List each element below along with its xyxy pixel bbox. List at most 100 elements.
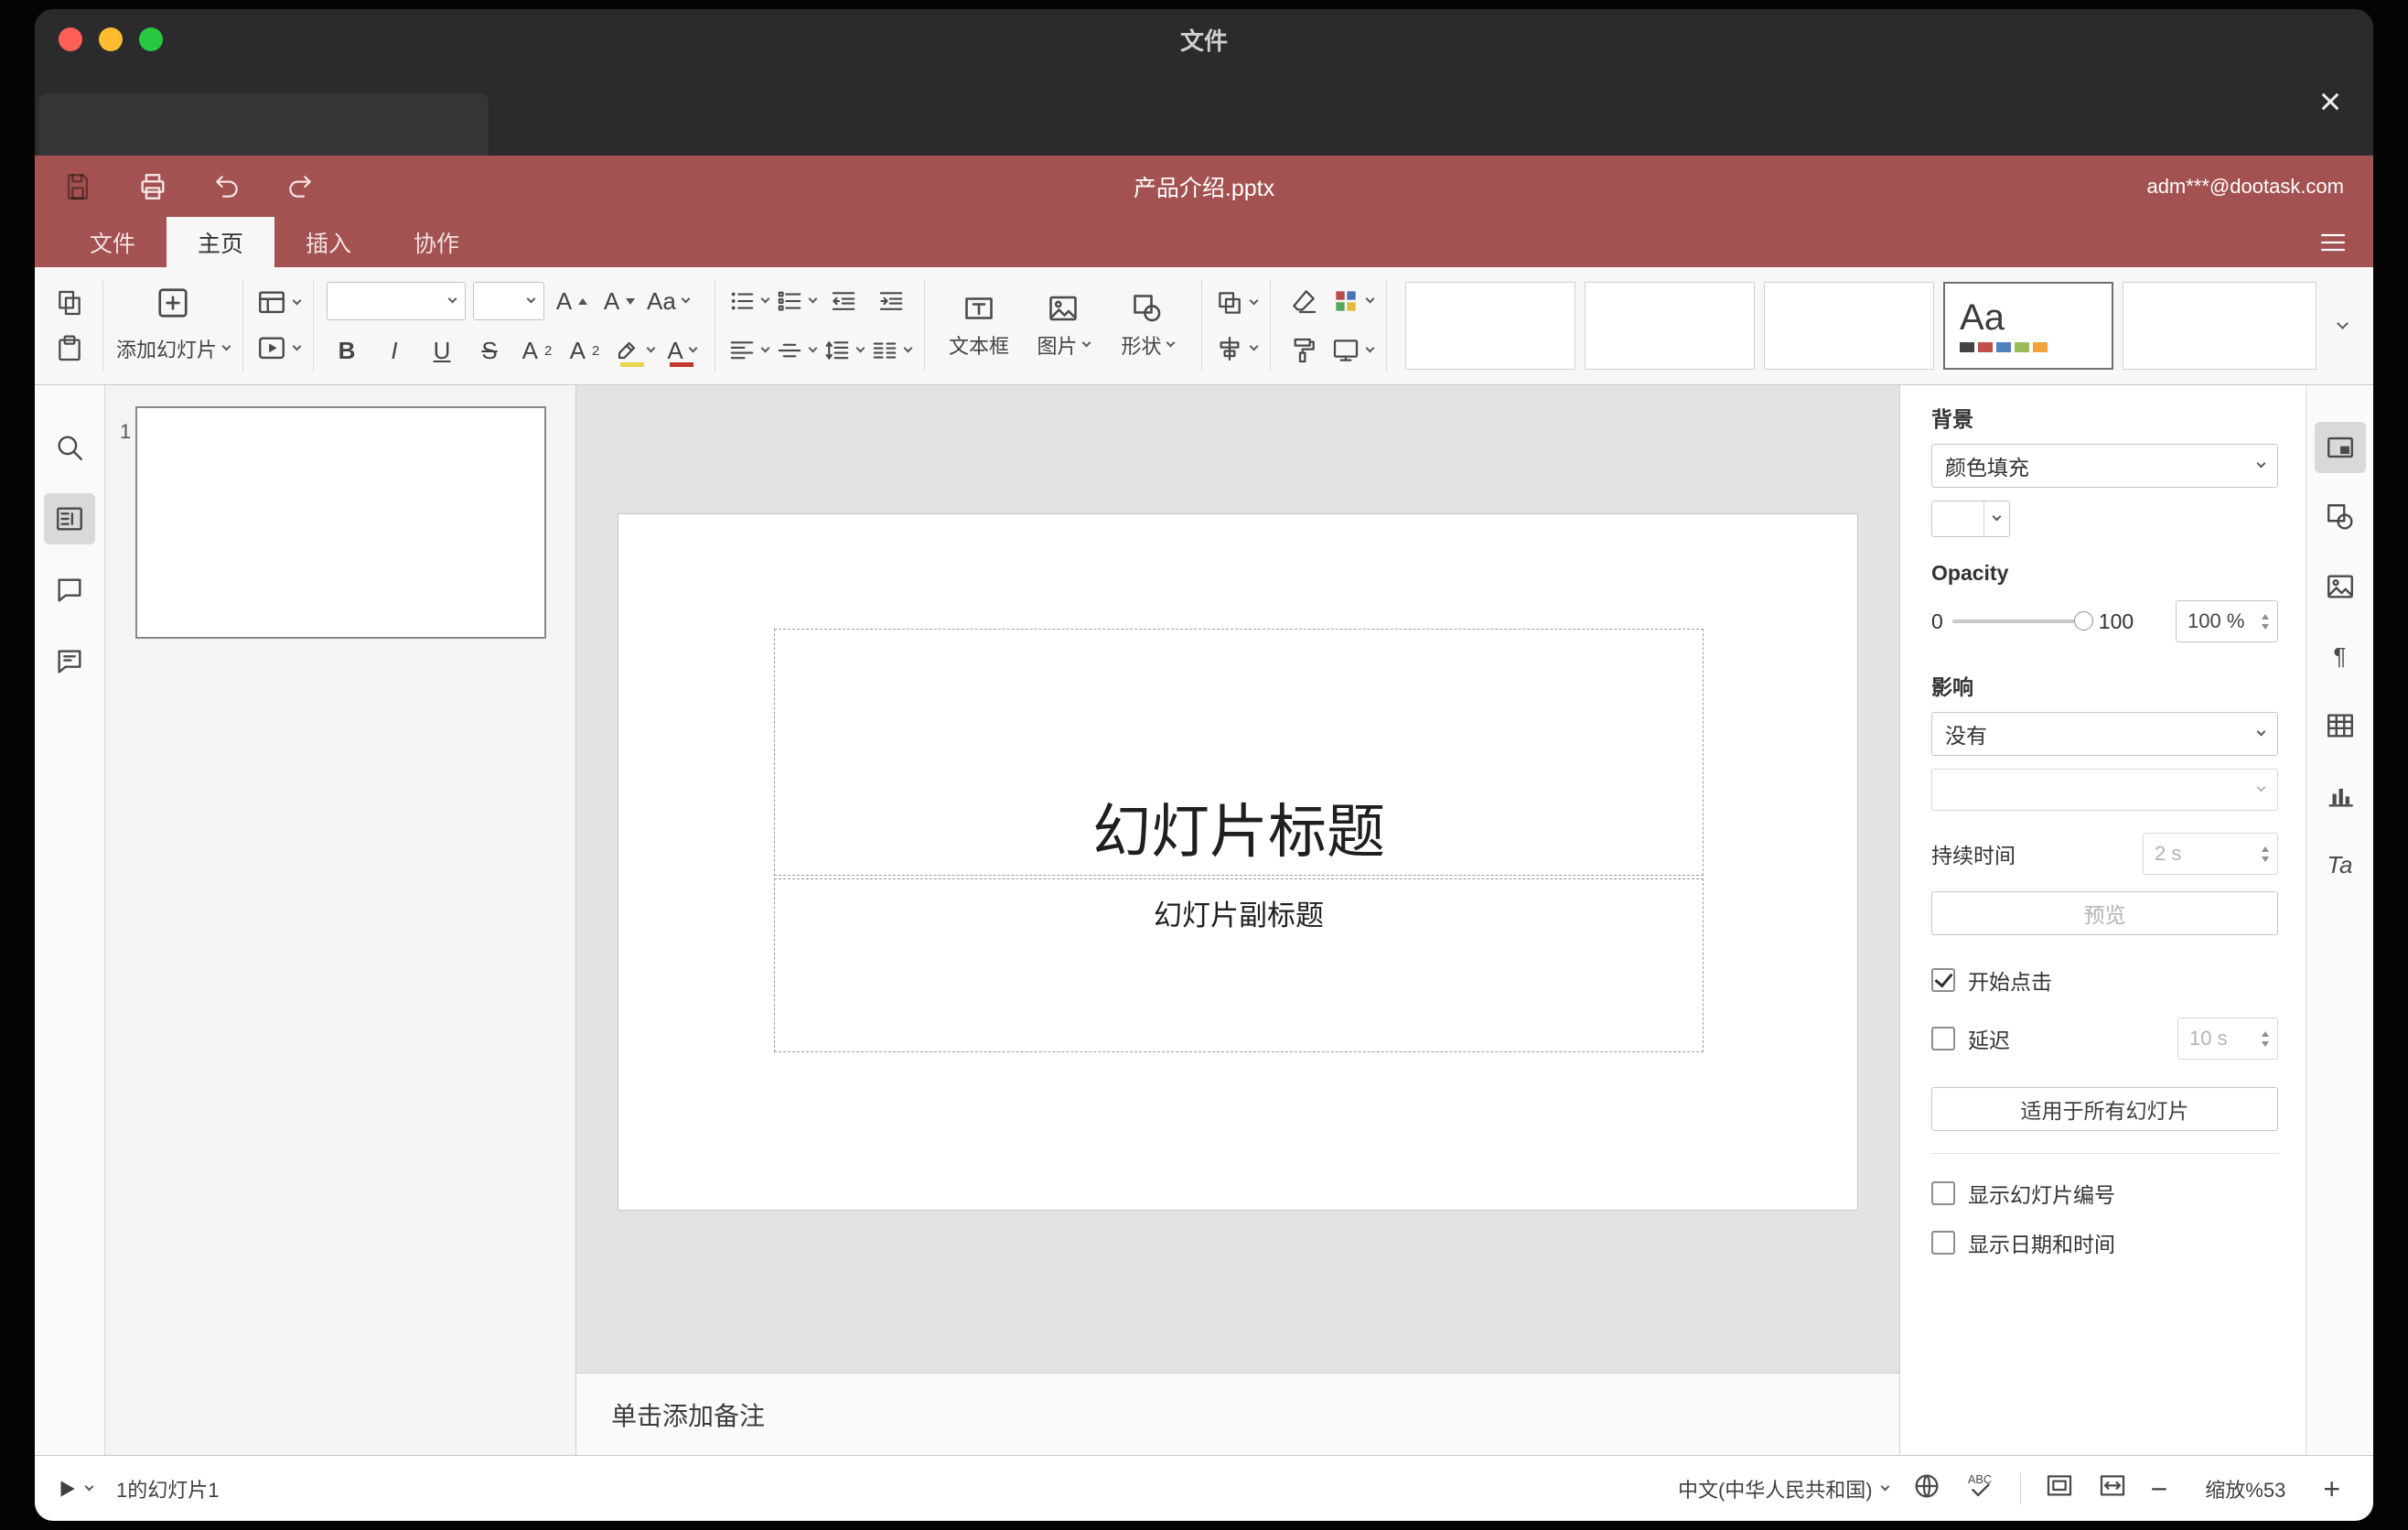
close-button[interactable]: × (2309, 81, 2351, 123)
opacity-slider[interactable] (1951, 611, 2093, 630)
table-settings-tab[interactable] (2315, 700, 2366, 751)
insert-shape-button[interactable]: 形状 (1106, 267, 1188, 384)
theme-option[interactable] (1405, 282, 1576, 370)
show-date-time-checkbox[interactable] (1931, 1231, 1955, 1255)
textart-settings-tab[interactable]: Ta (2315, 839, 2366, 890)
add-slide-dropdown[interactable]: 添加幻灯片 (116, 328, 231, 370)
bullet-list-button[interactable] (728, 280, 770, 322)
feedback-button[interactable] (44, 636, 95, 687)
increase-indent-button[interactable] (871, 280, 911, 322)
theme-gallery-expand-button[interactable] (2326, 318, 2359, 329)
slide-subtitle-placeholder[interactable]: 幻灯片副标题 (774, 878, 1704, 1052)
insert-image-button[interactable]: 图片 (1022, 267, 1104, 384)
theme-option[interactable] (1585, 282, 1756, 370)
start-on-click-checkbox[interactable] (1931, 968, 1955, 992)
bold-button[interactable]: B (327, 329, 367, 372)
spellcheck-button[interactable]: ABC (1965, 1471, 1996, 1507)
start-slideshow-button[interactable] (55, 1477, 94, 1501)
shape-settings-tab[interactable] (2315, 491, 2366, 543)
font-name-combo[interactable] (327, 282, 467, 320)
underline-button[interactable]: U (422, 329, 462, 372)
highlight-color-button[interactable] (612, 329, 656, 372)
delay-spinner[interactable]: 10 s (2177, 1018, 2278, 1060)
horizontal-align-button[interactable] (728, 329, 770, 372)
apply-to-all-slides-button[interactable]: 适用于所有幻灯片 (1931, 1087, 2278, 1131)
effect-type-select[interactable] (1931, 769, 2278, 811)
tab-file[interactable]: 文件 (59, 217, 167, 267)
copy-button[interactable] (49, 282, 90, 324)
decrease-font-button[interactable]: A (599, 280, 640, 322)
fill-type-select[interactable]: 颜色填充 (1931, 444, 2278, 488)
search-button[interactable] (44, 422, 95, 473)
traffic-close-button[interactable] (59, 27, 82, 51)
slide-1[interactable]: 幻灯片标题 幻灯片副标题 (618, 513, 1858, 1211)
font-size-combo[interactable] (473, 282, 545, 320)
fill-color-picker[interactable] (1931, 501, 2010, 537)
tab-collaboration[interactable]: 协作 (382, 217, 490, 267)
tab-insert[interactable]: 插入 (274, 217, 382, 267)
image-settings-tab[interactable] (2315, 561, 2366, 612)
columns-button[interactable] (871, 329, 913, 372)
spinner-arrows[interactable] (2253, 834, 2277, 874)
slide-thumbnail-selected[interactable] (135, 406, 546, 639)
superscript-button[interactable]: A2 (517, 329, 557, 372)
paste-button[interactable] (49, 328, 90, 370)
decrease-indent-button[interactable] (823, 280, 864, 322)
theme-gallery: Aa (1396, 267, 2362, 384)
arrange-shapes-button[interactable] (1215, 282, 1259, 324)
show-slide-number-checkbox[interactable] (1931, 1181, 1955, 1205)
language-button[interactable]: 中文(中华人民共和国) (1678, 1474, 1890, 1503)
set-document-language-button[interactable] (1912, 1471, 1941, 1506)
slide-settings-tab[interactable] (2314, 422, 2366, 473)
fit-to-width-button[interactable] (2098, 1471, 2127, 1506)
spinner-arrows[interactable] (2253, 601, 2277, 641)
add-slide-button[interactable] (153, 282, 193, 324)
increase-font-button[interactable]: A (552, 280, 592, 322)
effect-select[interactable]: 没有 (1931, 712, 2278, 756)
start-slideshow-dropdown[interactable] (256, 328, 302, 370)
numbered-list-button[interactable] (776, 280, 818, 322)
strikeout-button[interactable]: S (469, 329, 510, 372)
undo-button[interactable] (212, 172, 242, 201)
duration-spinner[interactable]: 2 s (2143, 833, 2278, 875)
comments-button[interactable] (44, 565, 95, 616)
menu-button[interactable] (2318, 217, 2348, 267)
clear-style-button[interactable] (1284, 280, 1324, 322)
spinner-arrows[interactable] (2253, 1018, 2277, 1059)
zoom-out-button[interactable]: − (2151, 1474, 2168, 1503)
zoom-in-button[interactable]: + (2323, 1474, 2340, 1503)
color-scheme-button[interactable] (1331, 280, 1375, 322)
slide-size-button[interactable] (1331, 329, 1375, 372)
paragraph-settings-tab[interactable]: ¶ (2315, 630, 2366, 682)
preview-button[interactable]: 预览 (1931, 891, 2278, 935)
insert-textbox-button[interactable]: 文本框 (938, 267, 1020, 384)
save-button[interactable] (62, 171, 93, 202)
copy-style-button[interactable] (1284, 329, 1324, 372)
italic-button[interactable]: I (374, 329, 414, 372)
fit-to-slide-button[interactable] (2045, 1471, 2074, 1506)
change-case-button[interactable]: Aa (647, 280, 691, 322)
theme-option[interactable] (2123, 282, 2317, 370)
print-button[interactable] (137, 171, 168, 202)
theme-option[interactable] (1764, 282, 1935, 370)
opacity-value-spinner[interactable]: 100 % (2176, 600, 2278, 642)
traffic-minimize-button[interactable] (99, 27, 123, 51)
slides-panel-button[interactable] (44, 493, 95, 544)
theme-option-selected[interactable]: Aa (1943, 282, 2114, 370)
arrow-up-icon (578, 297, 588, 305)
tab-home[interactable]: 主页 (167, 217, 275, 267)
dark-header-zone: × (35, 70, 2373, 156)
font-color-button[interactable]: A (661, 329, 702, 372)
slide-title-placeholder[interactable]: 幻灯片标题 (774, 629, 1704, 876)
chart-settings-tab[interactable] (2315, 770, 2366, 821)
redo-button[interactable] (285, 172, 315, 201)
vertical-align-button[interactable] (776, 329, 818, 372)
slider-knob[interactable] (2073, 611, 2093, 630)
change-layout-button[interactable] (256, 282, 302, 324)
delay-checkbox[interactable] (1931, 1027, 1955, 1051)
subscript-button[interactable]: A2 (564, 329, 605, 372)
align-shapes-button[interactable] (1215, 328, 1259, 370)
traffic-zoom-button[interactable] (139, 27, 163, 51)
notes-input[interactable]: 单击添加备注 (576, 1373, 1899, 1455)
line-spacing-button[interactable] (823, 329, 865, 372)
